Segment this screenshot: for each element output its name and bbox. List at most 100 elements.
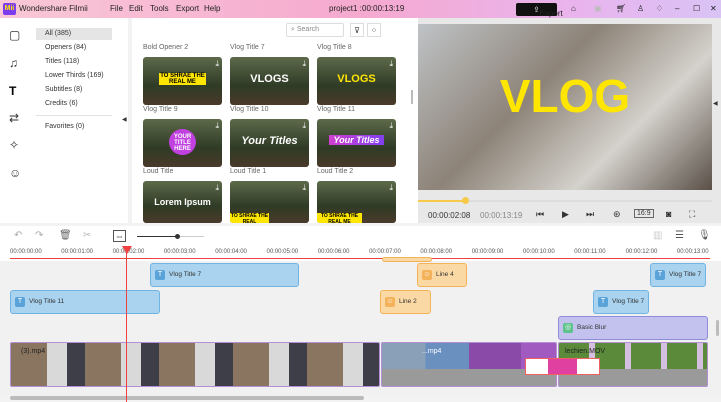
item-label: Loud Title 2 — [317, 168, 354, 175]
prev-frame-icon[interactable]: ⏮ — [536, 209, 544, 220]
clip-label: Basic Blur — [577, 324, 607, 331]
track-scrollbar[interactable] — [716, 320, 719, 336]
ruler-tick: 00:00:07:00 — [369, 249, 401, 255]
render-icon[interactable]: ⊛ — [613, 209, 621, 220]
video-clip-1[interactable]: (3).mp4 — [10, 342, 380, 387]
category-all[interactable]: All (385) — [36, 28, 112, 40]
divider — [36, 115, 112, 116]
library-scrollbar[interactable] — [411, 90, 413, 104]
title-thumbnail[interactable]: ⤓ VLOGS — [230, 57, 309, 105]
category-openers[interactable]: Openers (84) — [36, 42, 112, 54]
menu-export[interactable]: Export — [176, 4, 199, 13]
category-titles[interactable]: Titles (118) — [36, 56, 112, 68]
title-thumbnail[interactable]: ⤓ VLOGS — [317, 57, 396, 105]
clip-basic-blur[interactable]: ◎ Basic Blur — [558, 316, 708, 340]
ruler-tick: 00:00:13:00 — [676, 249, 709, 255]
filter-icon[interactable]: ⊽ — [350, 23, 364, 37]
download-icon[interactable]: ⤓ — [302, 59, 306, 69]
account-icon[interactable]: ♙ — [637, 4, 644, 13]
playhead-handle[interactable] — [122, 246, 132, 254]
minimize-icon[interactable]: – — [675, 4, 679, 13]
category-subtitles[interactable]: Subtitles (8) — [36, 84, 112, 96]
title-thumbnail[interactable]: ⤓ TO SHRAE THE REAL — [230, 181, 309, 223]
redo-icon[interactable]: ↷ — [35, 230, 43, 241]
media-icon[interactable]: ▢ — [9, 28, 20, 42]
zoom-handle[interactable] — [175, 234, 181, 239]
download-icon[interactable]: ⤓ — [389, 59, 393, 69]
snapshot-track-icon[interactable]: ▥ — [653, 230, 662, 241]
play-icon[interactable]: ▶ — [562, 209, 569, 220]
category-favorites[interactable]: Favorites (0) — [36, 121, 112, 133]
clip-line-2[interactable]: ☺ Line 2 — [380, 290, 431, 314]
clip-vlog-title-11[interactable]: T Vlog Title 11 — [10, 290, 160, 314]
menu-help[interactable]: Help — [204, 4, 220, 13]
app-logo: Mii — [3, 3, 16, 15]
title-thumbnail[interactable]: ⤓ Your Titles — [230, 119, 309, 167]
download-icon[interactable]: ⤓ — [215, 183, 219, 193]
effects-icon[interactable]: ✧ — [9, 138, 19, 152]
clip-vlog-title-7[interactable]: T Vlog Title 7 — [593, 290, 649, 314]
title-thumbnail[interactable]: ⤓ TO SHRAE THE REAL ME — [317, 181, 396, 223]
progress-handle[interactable] — [462, 197, 470, 204]
cut-icon[interactable]: ✂ — [83, 230, 91, 241]
maximize-icon[interactable]: ☐ — [693, 4, 700, 13]
clip-label: Line 2 — [399, 298, 417, 305]
shirt-icon[interactable]: ♢ — [656, 4, 663, 13]
thumb-text: TO SHRAE THE REAL ME — [159, 73, 206, 85]
category-credits[interactable]: Credits (6) — [36, 98, 112, 110]
title-thumbnail[interactable]: ⤓ Lorem Ipsum — [143, 181, 222, 223]
titles-icon[interactable]: T — [9, 84, 16, 98]
timeline-scrollbar[interactable] — [10, 396, 364, 400]
category-lower-thirds[interactable]: Lower Thirds (169) — [36, 70, 112, 82]
download-icon[interactable]: ⤓ — [389, 121, 393, 131]
preview-overlay-text: VLOG — [499, 70, 631, 122]
download-icon[interactable]: ⤓ — [302, 121, 306, 131]
elements-icon[interactable]: ☺ — [9, 166, 21, 180]
clip-label: Vlog Title 11 — [29, 298, 65, 305]
download-icon[interactable]: ⤓ — [389, 183, 393, 193]
download-icon[interactable]: ⤓ — [215, 59, 219, 69]
microphone-icon[interactable]: 🎙︎ — [698, 230, 711, 241]
collapse-arrow-icon[interactable]: ◀ — [122, 116, 127, 123]
zoom-slider[interactable] — [137, 234, 204, 239]
ruler-tick: 00:00:00:00 — [10, 249, 42, 255]
element-clip-icon: ☺ — [422, 270, 432, 280]
title-thumbnail[interactable]: ⤓ TO SHRAE THE REAL ME — [143, 57, 222, 105]
title-clip-icon: T — [655, 270, 665, 280]
fullscreen-icon[interactable]: ⛶ — [689, 209, 695, 220]
close-icon[interactable]: ✕ — [710, 4, 717, 13]
transitions-icon[interactable]: ⇄ — [9, 111, 19, 125]
clip-vlog-title-7[interactable]: T Vlog Title 7 — [150, 263, 299, 287]
clip-partial[interactable] — [382, 257, 432, 262]
transition-clip[interactable] — [525, 358, 600, 375]
preview-progress-bar[interactable] — [418, 197, 712, 204]
next-frame-icon[interactable]: ⏭ — [586, 209, 594, 220]
cart-icon[interactable]: 🛒︎ — [616, 4, 626, 13]
adjust-icon[interactable]: ☰ — [675, 230, 684, 241]
menu-file[interactable]: File — [110, 4, 123, 13]
timeline-range-line — [10, 258, 710, 259]
fit-timeline-icon[interactable]: ⇔ — [113, 230, 126, 242]
download-icon[interactable]: ⤓ — [215, 121, 219, 131]
menu-tools[interactable]: Tools — [150, 4, 169, 13]
timeline-toolbar: ↶ ↷ 🗑︎ ✂ ⇔ ▥ ☰ 🎙︎ — [0, 226, 721, 246]
grid-view-icon[interactable]: ⁘ — [367, 23, 381, 37]
playhead[interactable] — [126, 247, 127, 402]
save-icon[interactable]: ▣ — [594, 4, 602, 13]
aspect-ratio-button[interactable]: 16:9 — [634, 209, 654, 218]
title-thumbnail[interactable]: ⤓ Your Titles — [317, 119, 396, 167]
clip-vlog-title-7[interactable]: T Vlog Title 7 — [650, 263, 706, 287]
title-thumbnail[interactable]: ⤓ YOUR TITLE HERE — [143, 119, 222, 167]
home-icon[interactable]: ⌂ — [571, 4, 576, 13]
snapshot-icon[interactable]: ◙ — [666, 209, 671, 219]
export-button[interactable]: ⇪ Export — [516, 3, 563, 18]
preview-video[interactable]: VLOG — [418, 24, 712, 190]
undo-icon[interactable]: ↶ — [14, 230, 22, 241]
audio-icon[interactable]: ♫ — [9, 56, 18, 70]
menu-edit[interactable]: Edit — [129, 4, 143, 13]
clip-line-4[interactable]: ☺ Line 4 — [417, 263, 467, 287]
expand-arrow-icon[interactable]: ◀ — [713, 100, 718, 107]
search-input[interactable]: ⌕ Search — [286, 23, 344, 37]
download-icon[interactable]: ⤓ — [302, 183, 306, 193]
delete-icon[interactable]: 🗑︎ — [59, 230, 72, 241]
